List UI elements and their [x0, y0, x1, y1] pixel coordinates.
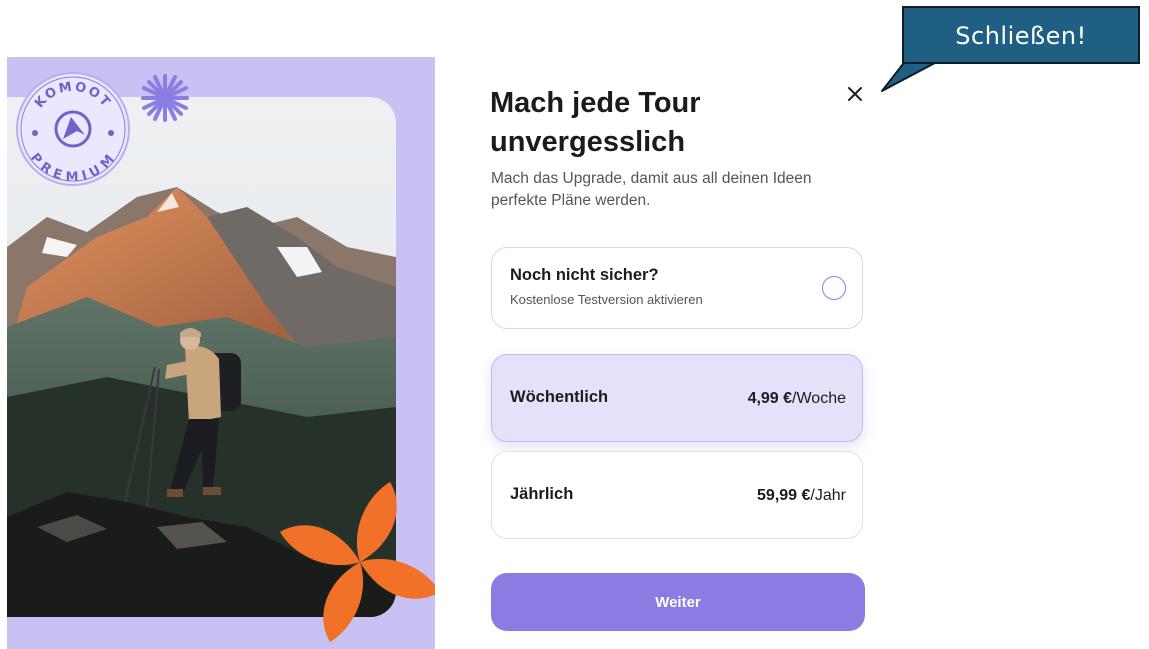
plan-price-unit: /Woche: [792, 390, 846, 407]
plan-option-weekly[interactable]: Wöchentlich 4,99 €/Woche: [491, 354, 863, 442]
plan-price-amount: 59,99 €: [757, 487, 811, 504]
trial-title: Noch nicht sicher?: [510, 266, 659, 284]
plan-name: Jährlich: [510, 485, 574, 503]
dialog-subtitle: Mach das Upgrade, damit aus all deinen I…: [491, 170, 812, 209]
flower-icon: [280, 482, 435, 642]
trial-radio-button[interactable]: [822, 276, 846, 300]
plan-price: 4,99 €/Woche: [748, 390, 846, 408]
komoot-premium-badge-logo: KOMOOT PREMIUM: [16, 72, 130, 186]
free-trial-option[interactable]: Noch nicht sicher? Kostenlose Testversio…: [491, 247, 863, 329]
dialog-title: Mach jede Tour unvergesslich: [490, 87, 701, 158]
plan-price-amount: 4,99 €: [747, 390, 793, 407]
plan-price: 59,99 €/Jahr: [757, 487, 846, 505]
sparkle-icon: [141, 74, 189, 122]
plan-option-yearly[interactable]: Jährlich 59,99 €/Jahr: [491, 451, 863, 539]
plan-name: Wöchentlich: [510, 388, 609, 406]
trial-subtitle: Kostenlose Testversion aktivieren: [510, 292, 703, 307]
continue-button[interactable]: Weiter: [491, 573, 865, 631]
plan-price-unit: /Jahr: [810, 487, 846, 504]
close-icon[interactable]: [843, 82, 867, 106]
promo-panel: KOMOOT PREMIUM: [7, 57, 435, 649]
annotation-callout: Schließen!: [902, 6, 1140, 64]
